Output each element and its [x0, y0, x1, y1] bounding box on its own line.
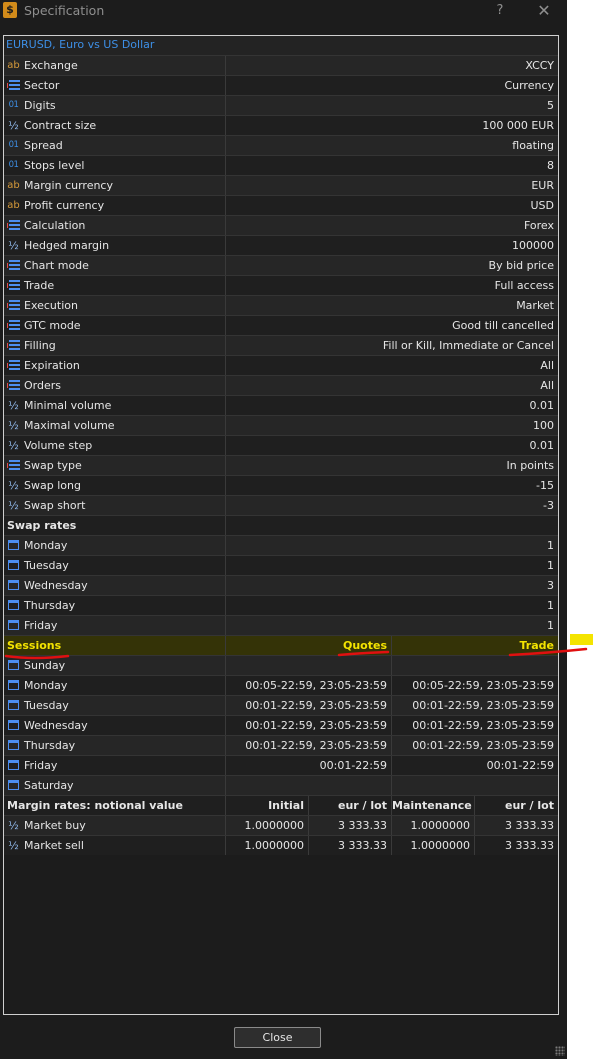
red-underline-quotes — [337, 650, 390, 657]
annotation-layer — [4, 647, 588, 660]
red-underline-sessions — [4, 654, 70, 660]
red-underline-trade — [508, 647, 588, 657]
